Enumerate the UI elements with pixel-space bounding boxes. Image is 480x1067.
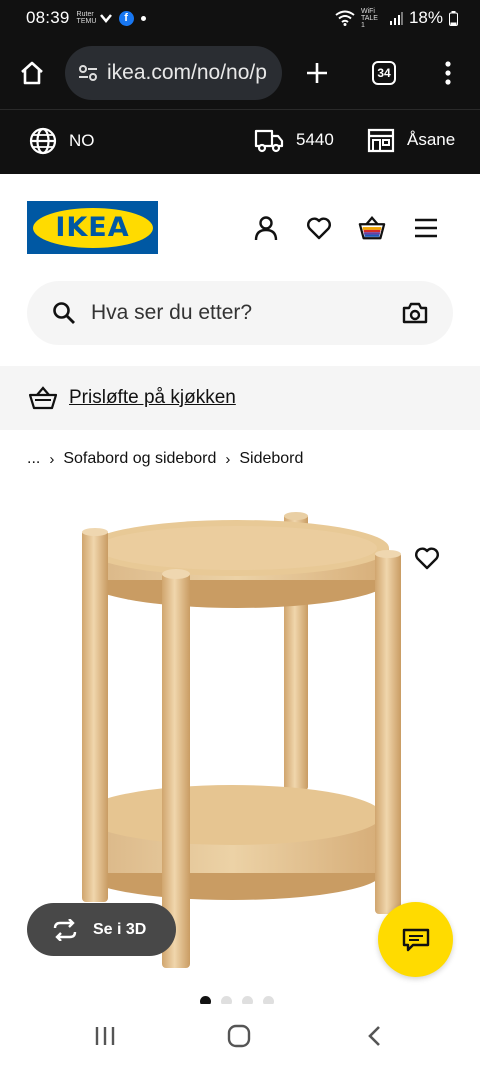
- heart-icon: [307, 217, 331, 240]
- wifi-label: WiFi TALE 1: [360, 7, 378, 29]
- hamburger-menu-icon: [415, 218, 437, 238]
- wifi-icon: [335, 10, 355, 26]
- shopping-bag-icon: [358, 216, 386, 240]
- home-nav-button[interactable]: [219, 1019, 259, 1053]
- camera-search-icon: [402, 302, 428, 324]
- location-bar: NO 5440 Åsane: [0, 110, 480, 174]
- profile-button[interactable]: [252, 214, 280, 242]
- browser-menu-button[interactable]: [418, 43, 478, 103]
- breadcrumb-item[interactable]: Sofabord og sidebord: [63, 450, 216, 468]
- system-navigation-bar: [0, 1004, 480, 1067]
- new-tab-button[interactable]: [287, 43, 347, 103]
- site-header: IKEA: [0, 174, 480, 274]
- notification-dot-icon: [140, 15, 146, 21]
- back-chevron-icon: [368, 1026, 380, 1046]
- signal-icon: [389, 12, 403, 25]
- home-icon: [21, 61, 43, 85]
- postcode: 5440: [296, 130, 334, 149]
- store-name: Åsane: [407, 130, 456, 149]
- promo-banner[interactable]: Prisløfte på kjøkken: [0, 366, 480, 430]
- chat-button[interactable]: [378, 902, 453, 977]
- rotate-3d-icon: [53, 918, 77, 941]
- country-code: NO: [69, 131, 95, 150]
- tab-count: 34: [372, 61, 396, 85]
- globe-icon: [29, 127, 57, 155]
- clock: 08:39: [26, 8, 70, 27]
- url-text: ikea.com/no/no/p: [107, 61, 267, 84]
- basket-icon: [29, 386, 57, 410]
- logo-oval: IKEA: [32, 207, 153, 248]
- see-in-3d-label: Se i 3D: [93, 920, 147, 938]
- back-button[interactable]: [354, 1019, 394, 1053]
- search-placeholder: Hva ser du etter?: [91, 301, 253, 324]
- breadcrumb-item[interactable]: Sidebord: [239, 450, 303, 468]
- chat-icon: [402, 928, 429, 951]
- facebook-notification-icon: f: [118, 10, 134, 26]
- ikea-logo[interactable]: IKEA: [27, 201, 158, 254]
- battery-icon: [449, 10, 458, 26]
- favourites-button[interactable]: [305, 214, 333, 242]
- promo-link[interactable]: Prisløfte på kjøkken: [69, 387, 236, 409]
- battery-percent: 18%: [408, 8, 443, 27]
- tab-switcher-button[interactable]: 34: [354, 43, 414, 103]
- search-icon: [53, 302, 75, 324]
- breadcrumb-ellipsis[interactable]: ...: [27, 450, 40, 468]
- visual-search-button[interactable]: [401, 299, 429, 327]
- recent-apps-icon: [95, 1027, 115, 1045]
- main-menu-button[interactable]: [412, 214, 440, 242]
- store-selector[interactable]: Åsane: [367, 127, 455, 153]
- cart-button[interactable]: [358, 214, 386, 242]
- overflow-menu-icon: [445, 61, 451, 85]
- recent-apps-button[interactable]: [85, 1019, 125, 1053]
- network-operator-label: Ruter TEMU: [76, 11, 97, 25]
- breadcrumb-separator-icon: ›: [49, 450, 55, 468]
- logo-text: IKEA: [55, 212, 130, 243]
- store-icon: [367, 128, 395, 153]
- add-to-favourites-button[interactable]: [411, 542, 443, 574]
- postcode-selector[interactable]: 5440: [254, 127, 334, 153]
- browser-toolbar: ikea.com/no/no/p 34: [0, 36, 480, 110]
- home-circle-icon: [227, 1024, 251, 1048]
- heart-icon: [415, 547, 439, 570]
- chevron-down-icon: [99, 14, 112, 23]
- country-selector[interactable]: NO: [29, 127, 95, 155]
- profile-icon: [254, 216, 278, 241]
- home-button[interactable]: [2, 43, 62, 103]
- status-bar: 08:39 Ruter TEMU f WiFi TALE 1 18%: [0, 0, 480, 36]
- breadcrumb-separator-icon: ›: [225, 450, 231, 468]
- site-settings-icon[interactable]: [77, 63, 99, 83]
- delivery-truck-icon: [254, 129, 284, 153]
- see-in-3d-button[interactable]: Se i 3D: [27, 903, 176, 956]
- address-bar[interactable]: ikea.com/no/no/p: [65, 46, 282, 100]
- new-tab-icon: [307, 63, 327, 83]
- breadcrumb: ... › Sofabord og sidebord › Sidebord: [27, 447, 303, 471]
- search-field[interactable]: Hva ser du etter?: [27, 281, 453, 345]
